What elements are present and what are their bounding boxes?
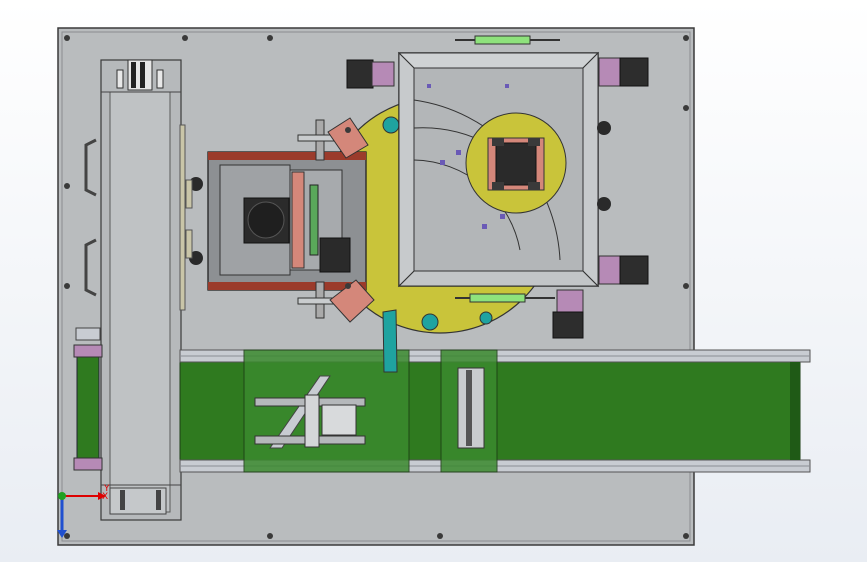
cad-drawing: X Y — [57, 27, 811, 546]
left-slide-module — [84, 59, 186, 521]
y-axis-label: Y — [103, 484, 110, 494]
cad-viewport[interactable]: X Y — [0, 0, 867, 562]
square-fixture-box — [397, 51, 600, 288]
left-belt — [73, 327, 103, 471]
belt-conveyor — [179, 349, 811, 473]
round-chuck — [465, 112, 567, 214]
